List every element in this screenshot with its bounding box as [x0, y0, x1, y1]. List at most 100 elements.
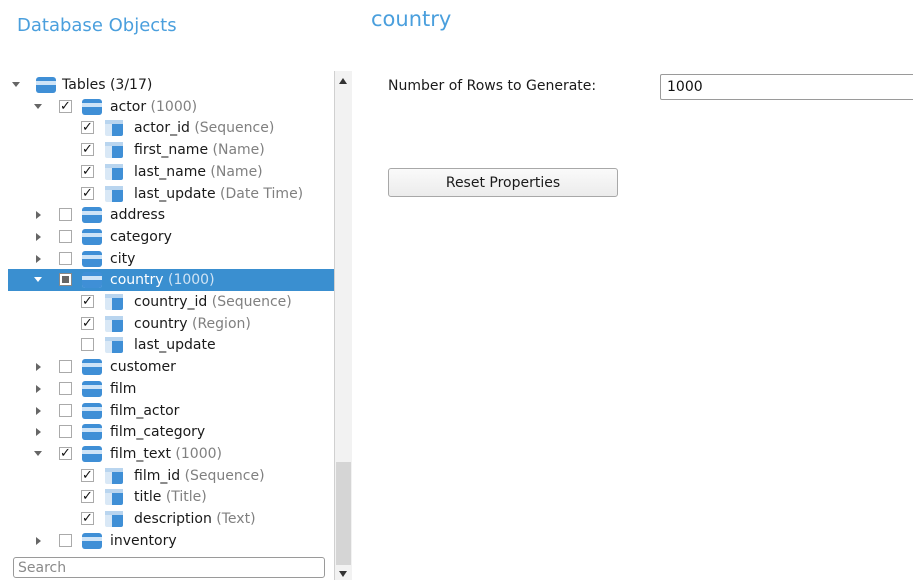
tree-table-row[interactable]: film [8, 378, 334, 400]
tree-item-label: film_id (Sequence) [134, 465, 265, 487]
tree-root-tables[interactable]: Tables (3/17) [8, 74, 334, 96]
rows-to-generate-input[interactable] [660, 74, 913, 100]
item-name: country [110, 272, 164, 289]
object-tree[interactable]: Tables (3/17) ✓ actor (1000) ✓ actor_id (Se… [8, 71, 334, 553]
tree-table-row[interactable]: inventory [8, 530, 334, 552]
chevron-right-icon[interactable] [36, 536, 41, 545]
checkbox[interactable] [59, 403, 72, 417]
checkbox[interactable]: ✓ [81, 143, 94, 157]
item-name: address [110, 207, 166, 224]
column-icon [105, 294, 123, 310]
table-icon [82, 98, 102, 115]
table-icon [82, 532, 102, 549]
tree-table-row[interactable]: film_actor [8, 400, 334, 422]
tree-scrollbar[interactable] [334, 71, 352, 580]
chevron-right-icon[interactable] [36, 428, 41, 437]
tree-column-row[interactable]: ✓ film_id (Sequence) [8, 465, 334, 487]
tree-column-row[interactable]: ✓ country (Region) [8, 313, 334, 335]
column-icon [105, 163, 123, 180]
column-icon [105, 185, 123, 202]
checkbox[interactable]: ✓ [81, 512, 94, 525]
item-name: city [110, 250, 136, 267]
tree-column-row[interactable]: ✓ actor_id (Sequence) [8, 117, 334, 139]
chevron-right-icon[interactable] [36, 211, 41, 220]
checkbox[interactable] [59, 533, 72, 547]
item-name: film [110, 380, 137, 397]
chevron-down-icon[interactable] [34, 277, 42, 283]
column-icon [105, 315, 123, 332]
table-icon [82, 359, 102, 376]
item-name: actor_id [134, 120, 190, 137]
tree-item-label: customer [110, 356, 176, 378]
tree-column-row[interactable]: last_update [8, 334, 334, 356]
checkbox[interactable]: ✓ [81, 164, 94, 178]
item-meta: (Sequence) [189, 120, 275, 137]
tree-item-label: film_category [110, 421, 205, 443]
tree-column-row[interactable]: ✓ title (Title) [8, 486, 334, 508]
item-meta: (Date Time) [215, 185, 304, 202]
tree-table-row[interactable]: city [8, 248, 334, 270]
checkbox[interactable]: ✓ [81, 468, 94, 482]
chevron-right-icon[interactable] [36, 363, 41, 372]
tree-column-row[interactable]: ✓ description (Text) [8, 508, 334, 530]
tree-table-row[interactable]: film_category [8, 421, 334, 443]
tree-item-label: country_id (Sequence) [134, 291, 292, 313]
checkbox[interactable]: ✓ [81, 316, 94, 330]
checkbox[interactable] [59, 425, 72, 439]
tree-column-row[interactable]: ✓ last_name (Name) [8, 161, 334, 183]
tree-item-label: last_name (Name) [134, 161, 263, 183]
checkbox[interactable]: ✓ [81, 295, 94, 308]
tree-table-row[interactable]: category [8, 226, 334, 248]
scroll-up-icon[interactable] [339, 78, 347, 84]
checkbox[interactable] [81, 338, 94, 352]
tree-table-row[interactable]: country (1000) [8, 269, 334, 292]
item-name: film_id [134, 467, 181, 484]
item-meta: (Text) [211, 511, 256, 527]
tree-column-row[interactable]: ✓ country_id (Sequence) [8, 291, 334, 313]
column-icon [105, 467, 123, 484]
item-name: first_name [134, 142, 209, 159]
scrollbar-thumb[interactable] [336, 462, 351, 565]
panel-title-database-objects: Database Objects [17, 15, 177, 36]
chevron-right-icon[interactable] [36, 384, 41, 393]
chevron-right-icon[interactable] [36, 254, 41, 263]
scroll-down-icon[interactable] [339, 571, 347, 577]
checkbox[interactable]: ✓ [59, 446, 72, 460]
checkbox[interactable] [59, 229, 72, 243]
tree-table-row[interactable]: ✓ film_text (1000) [8, 443, 334, 465]
table-icon [82, 272, 102, 289]
chevron-right-icon[interactable] [36, 232, 41, 241]
tree-table-row[interactable]: customer [8, 356, 334, 378]
checkbox[interactable] [59, 208, 72, 222]
checkbox[interactable] [59, 273, 72, 287]
tree-column-row[interactable]: ✓ first_name (Name) [8, 139, 334, 161]
chevron-down-icon[interactable] [34, 103, 42, 109]
rows-to-generate-label: Number of Rows to Generate: [388, 78, 597, 94]
column-icon [105, 120, 123, 137]
checkbox[interactable]: ✓ [81, 121, 94, 135]
checkbox[interactable]: ✓ [59, 99, 72, 113]
checkbox[interactable]: ✓ [81, 186, 94, 200]
table-icon [36, 77, 56, 93]
item-name: last_name [134, 163, 206, 180]
chevron-down-icon[interactable] [12, 82, 20, 87]
item-name: film_category [110, 424, 206, 441]
tree-column-row[interactable]: ✓ last_update (Date Time) [8, 183, 334, 205]
checkbox[interactable]: ✓ [81, 490, 94, 504]
search-input[interactable] [13, 557, 325, 578]
tree-item-label: description (Text) [134, 508, 256, 530]
tree-item-label: country (Region) [134, 313, 251, 335]
chevron-down-icon[interactable] [34, 450, 42, 456]
table-icon [82, 424, 102, 441]
checkbox[interactable] [59, 360, 72, 374]
item-meta: (Name) [208, 142, 265, 159]
checkbox[interactable] [59, 381, 72, 395]
table-icon [82, 228, 102, 245]
item-meta: (1000) [146, 98, 198, 115]
checkbox[interactable] [59, 251, 72, 265]
tree-table-row[interactable]: ✓ actor (1000) [8, 96, 334, 118]
chevron-right-icon[interactable] [36, 406, 41, 415]
tree-item-label: category [110, 226, 172, 248]
reset-properties-button[interactable]: Reset Properties [388, 168, 618, 197]
tree-table-row[interactable]: address [8, 204, 334, 226]
